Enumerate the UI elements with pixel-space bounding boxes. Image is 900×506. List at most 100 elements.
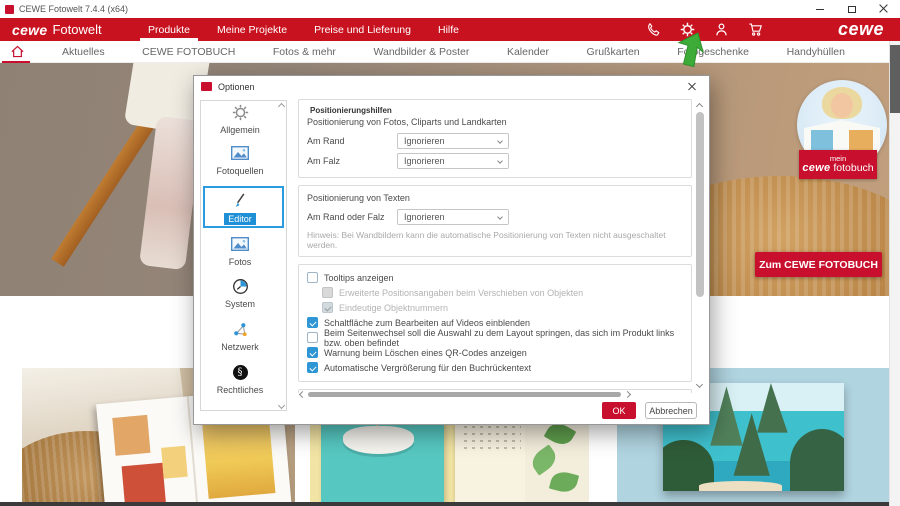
sidebar-item-editor[interactable]: Editor	[201, 191, 279, 225]
maximize-button[interactable]	[836, 0, 868, 18]
scrollbar-thumb[interactable]	[308, 392, 621, 397]
subnav-item-kalender[interactable]: Kalender	[507, 46, 549, 58]
paragraph-icon: §	[231, 363, 249, 381]
checkbox-box[interactable]	[307, 347, 318, 358]
app-icon	[5, 5, 14, 14]
subnav-item-fotos-mehr[interactable]: Fotos & mehr	[273, 46, 336, 58]
sidebar-scroll-up-icon[interactable]	[279, 103, 285, 109]
page-scrollbar[interactable]	[889, 41, 900, 506]
subnav-item-aktuelles[interactable]: Aktuelles	[62, 46, 105, 58]
ok-button[interactable]: OK	[602, 402, 636, 419]
home-icon	[10, 44, 25, 59]
positioning-photos-subtitle: Positionierung von Fotos, Cliparts und L…	[307, 117, 683, 127]
subnav-item-grusskarten[interactable]: Grußkarten	[587, 46, 640, 58]
positioning-group: Positionierungshilfen Positionierung von…	[298, 99, 692, 178]
home-tab[interactable]	[0, 41, 34, 62]
am-falz-select[interactable]: Ignorieren	[397, 153, 509, 169]
network-icon	[231, 320, 249, 338]
green-pointer-arrow	[674, 31, 736, 73]
main-menubar: cewe Fotowelt Produkte Meine Projekte Pr…	[0, 18, 900, 41]
dialog-close-button[interactable]	[675, 76, 709, 97]
sidebar-scroll-down-icon[interactable]	[279, 402, 285, 408]
scroll-right-icon[interactable]	[625, 391, 631, 397]
checkbox-label: Erweiterte Positionsangaben beim Verschi…	[339, 288, 583, 298]
minimize-icon	[816, 9, 824, 10]
checkbox-label: Beim Seitenwechsel soll die Auswahl zu d…	[324, 328, 683, 348]
scrollbar-thumb[interactable]	[696, 112, 704, 297]
sidebar-item-label: Rechtliches	[217, 385, 264, 395]
checkbox-label: Automatische Vergrößerung für den Buchrü…	[324, 363, 531, 373]
chevron-down-icon	[497, 158, 503, 164]
wandbilder-hint: Hinweis: Bei Wandbildern kann die automa…	[307, 230, 683, 250]
select-value: Ignorieren	[404, 212, 445, 222]
scroll-up-icon[interactable]	[697, 102, 703, 108]
menu-item-meine-projekte[interactable]: Meine Projekte	[217, 18, 287, 41]
sidebar-item-label: Fotoquellen	[216, 166, 263, 176]
sidebar-item-fotos[interactable]: Fotos	[201, 235, 279, 267]
sidebar-item-label: Editor	[224, 213, 256, 225]
sidebar-item-rechtliches[interactable]: § Rechtliches	[201, 363, 279, 395]
checkbox-label: Schaltfläche zum Bearbeiten auf Videos e…	[324, 318, 530, 328]
menu-item-produkte[interactable]: Produkte	[148, 18, 190, 41]
checkbox-box[interactable]	[307, 362, 318, 373]
image-icon	[231, 144, 249, 162]
am-rand-oder-falz-select[interactable]: Ignorieren	[397, 209, 509, 225]
select-value: Ignorieren	[404, 136, 445, 146]
am-rand-select[interactable]: Ignorieren	[397, 133, 509, 149]
dialog-horizontal-scrollbar[interactable]	[298, 391, 689, 398]
dialog-vertical-scrollbar[interactable]	[695, 102, 705, 388]
sidebar-item-label: System	[225, 299, 255, 309]
checkbox-label: Warnung beim Löschen eines QR-Codes anze…	[324, 348, 527, 358]
cewe-logo: cewe	[838, 18, 884, 41]
brand-logo[interactable]: cewe Fotowelt	[12, 18, 102, 41]
cart-icon[interactable]	[748, 22, 763, 37]
text-positioning-group: Positionierung von Texten Am Rand oder F…	[298, 185, 692, 257]
window-title: CEWE Fotowelt 7.4.4 (x64)	[19, 4, 128, 14]
sidebar-item-system[interactable]: System	[201, 277, 279, 309]
group-title: Positionierungshilfen	[307, 106, 395, 115]
checkbox-label: Tooltips anzeigen	[324, 273, 394, 283]
close-button[interactable]	[868, 0, 900, 18]
am-falz-label: Am Falz	[307, 156, 397, 166]
dialog-title: Optionen	[218, 82, 255, 92]
brand-word: Fotowelt	[52, 22, 101, 37]
phone-icon[interactable]	[646, 22, 661, 37]
positioning-texts-subtitle: Positionierung von Texten	[307, 193, 683, 203]
am-rand-label: Am Rand	[307, 136, 397, 146]
clock-icon	[231, 277, 249, 295]
sidebar-item-label: Fotos	[229, 257, 252, 267]
menu-item-preise-und-lieferung[interactable]: Preise und Lieferung	[314, 18, 411, 41]
dialog-titlebar[interactable]: Optionen	[194, 76, 709, 97]
checkbox-box[interactable]	[307, 317, 318, 328]
sidebar-item-netzwerk[interactable]: Netzwerk	[201, 320, 279, 352]
checkbox-box[interactable]	[307, 272, 318, 283]
options-dialog: Optionen Allgemein Fotoquellen Editor Fo…	[193, 75, 710, 425]
subnav-item-wandbilder-poster[interactable]: Wandbilder & Poster	[373, 46, 469, 58]
checkbox-box	[322, 287, 333, 298]
subnav-item-handyhuellen[interactable]: Handyhüllen	[787, 46, 845, 58]
scroll-left-icon[interactable]	[298, 391, 304, 397]
sidebar-item-label: Allgemein	[220, 125, 260, 135]
checkbox-tooltips[interactable]: Tooltips anzeigen	[307, 270, 683, 285]
cancel-button[interactable]: Abbrechen	[645, 402, 697, 419]
brand-cewe: cewe	[12, 22, 47, 38]
subnav-item-cewe-fotobuch[interactable]: CEWE FOTOBUCH	[142, 46, 235, 58]
select-value: Ignorieren	[404, 156, 445, 166]
checkbox-erweiterte-positionsangaben: Erweiterte Positionsangaben beim Verschi…	[322, 285, 683, 300]
zum-cewe-fotobuch-button[interactable]: Zum CEWE FOTOBUCH	[755, 252, 882, 277]
footer-strip	[0, 502, 900, 506]
checkbox-box	[322, 302, 333, 313]
chevron-down-icon	[497, 138, 503, 144]
checkbox-box[interactable]	[307, 332, 318, 343]
page-scrollbar-thumb[interactable]	[890, 45, 900, 113]
minimize-button[interactable]	[804, 0, 836, 18]
sidebar-item-allgemein[interactable]: Allgemein	[201, 103, 279, 135]
os-titlebar: CEWE Fotowelt 7.4.4 (x64)	[0, 0, 900, 18]
options-content: Positionierungshilfen Positionierung von…	[298, 99, 692, 393]
checkbox-buchruecken-vergroesserung[interactable]: Automatische Vergrößerung für den Buchrü…	[307, 360, 683, 375]
sidebar-item-fotoquellen[interactable]: Fotoquellen	[201, 144, 279, 176]
checkbox-seitenwechsel-layout[interactable]: Beim Seitenwechsel soll die Auswahl zu d…	[307, 330, 683, 345]
am-rand-oder-falz-label: Am Rand oder Falz	[307, 212, 397, 222]
menu-item-hilfe[interactable]: Hilfe	[438, 18, 459, 41]
scroll-down-icon[interactable]	[697, 382, 703, 388]
